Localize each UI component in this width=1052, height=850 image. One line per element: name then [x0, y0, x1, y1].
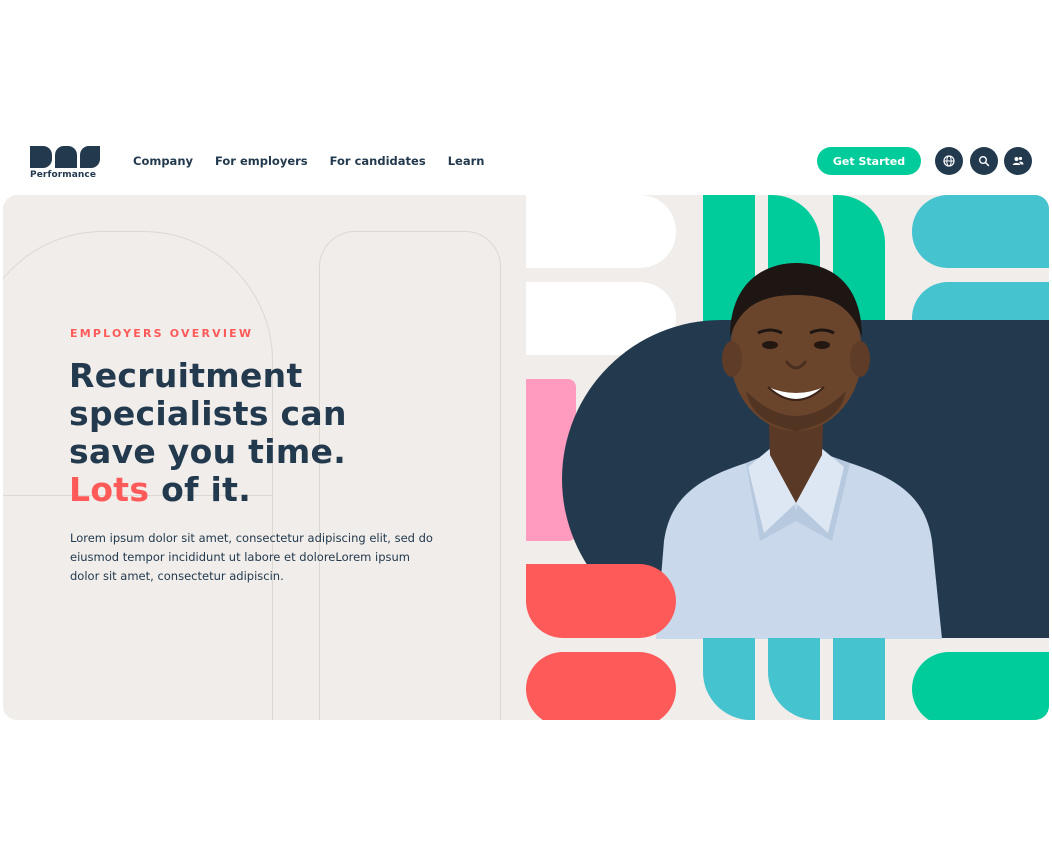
- account-button[interactable]: [1004, 147, 1032, 175]
- nav-item-for-employers[interactable]: For employers: [215, 154, 308, 168]
- brand-logo[interactable]: Performance: [30, 146, 102, 182]
- teal-arch-shape: [768, 638, 820, 720]
- search-button[interactable]: [970, 147, 998, 175]
- portrait-image: [656, 263, 942, 639]
- search-icon: [979, 156, 990, 167]
- nav-item-company[interactable]: Company: [133, 154, 193, 168]
- main-nav: Company For employers For candidates Lea…: [133, 154, 484, 168]
- nav-item-learn[interactable]: Learn: [448, 154, 485, 168]
- logo-text: Performance: [30, 170, 97, 180]
- green-pill-shape: [912, 652, 1049, 720]
- teal-column-shape: [833, 638, 885, 720]
- coral-pill-shape: [526, 652, 676, 720]
- headline-line: Recruitment: [69, 356, 303, 395]
- hero-body-text: Lorem ipsum dolor sit amet, consectetur …: [70, 531, 433, 583]
- language-button[interactable]: [935, 147, 963, 175]
- headline-tail: of it.: [149, 470, 252, 509]
- globe-icon: [943, 155, 955, 167]
- hero-headline: Recruitment specialists can save you tim…: [69, 357, 509, 509]
- user-icon: [1012, 156, 1024, 165]
- logo-mark: [30, 146, 102, 168]
- logo-mark-s: [80, 146, 100, 168]
- nav-item-for-candidates[interactable]: For candidates: [330, 154, 426, 168]
- logo-mark-b: [30, 146, 52, 168]
- headline-accent: Lots: [69, 470, 150, 509]
- teal-arch-shape: [703, 638, 755, 720]
- logo-mark-m: [55, 146, 77, 168]
- hero-section: EMPLOYERS OVERVIEW Recruitment specialis…: [3, 195, 1049, 720]
- get-started-button[interactable]: Get Started: [817, 147, 921, 175]
- hero-graphic: [526, 195, 1049, 720]
- coral-pill-shape: [526, 564, 676, 638]
- headline-line: save you time.: [69, 432, 347, 471]
- headline-line: specialists can: [69, 394, 347, 433]
- hero-eyebrow: EMPLOYERS OVERVIEW: [70, 327, 254, 340]
